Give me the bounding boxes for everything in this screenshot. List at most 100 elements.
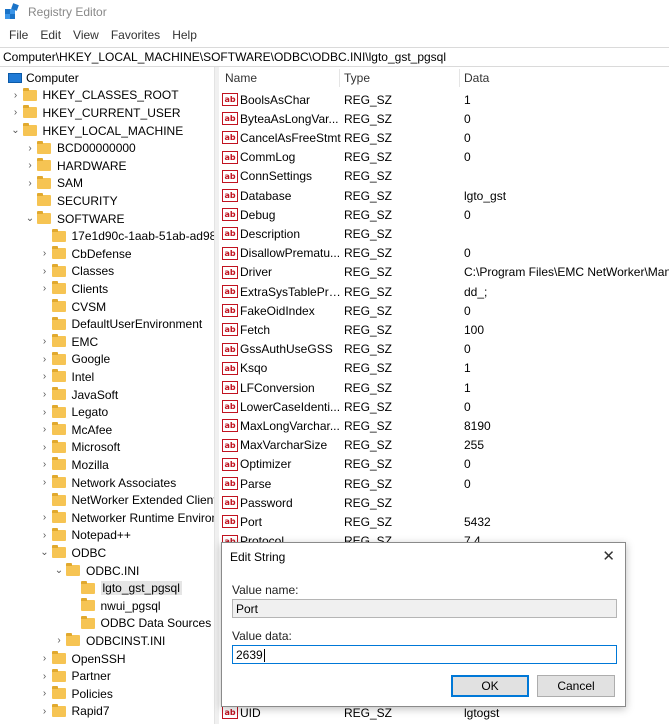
list-item[interactable]: ab Parse REG_SZ 0 [219, 474, 669, 493]
chevron-right-icon[interactable]: › [38, 706, 52, 717]
address-bar[interactable]: Computer\HKEY_LOCAL_MACHINE\SOFTWARE\ODB… [0, 47, 669, 67]
tree-item[interactable]: › Legato [38, 403, 108, 421]
tree-item[interactable]: ⌄ HKEY_LOCAL_MACHINE [9, 122, 183, 140]
list-item[interactable]: ab Password REG_SZ [219, 493, 669, 512]
menu-help[interactable]: Help [166, 28, 203, 42]
list-item[interactable]: ab Description REG_SZ [219, 224, 669, 243]
list-item[interactable]: ab Driver REG_SZ C:\Program Files\EMC NetWo… [219, 263, 669, 282]
list-item[interactable]: ab LFConversion REG_SZ 1 [219, 378, 669, 397]
tree-item[interactable]: lgto_gst_pgsql [67, 579, 182, 597]
chevron-right-icon[interactable]: › [38, 248, 52, 259]
list-item[interactable]: ab Fetch REG_SZ 100 [219, 320, 669, 339]
chevron-right-icon[interactable]: › [38, 424, 52, 435]
chevron-right-icon[interactable]: › [38, 512, 52, 523]
tree-item[interactable]: › HKEY_CURRENT_USER [9, 104, 181, 122]
tree-item[interactable]: SECURITY [23, 192, 118, 210]
tree-item[interactable]: › SAM [23, 175, 83, 193]
menu-file[interactable]: File [3, 28, 34, 42]
chevron-right-icon[interactable]: › [38, 442, 52, 453]
chevron-down-icon[interactable]: ⌄ [52, 565, 66, 576]
chevron-right-icon[interactable]: › [38, 407, 52, 418]
chevron-down-icon[interactable]: ⌄ [38, 547, 52, 558]
tree-item[interactable]: Computer [0, 69, 79, 87]
chevron-right-icon[interactable]: › [38, 653, 52, 664]
tree-item[interactable]: › Microsoft [38, 439, 120, 457]
menu-view[interactable]: View [67, 28, 105, 42]
tree-item[interactable]: › Google [38, 351, 110, 369]
chevron-down-icon[interactable]: ⌄ [23, 213, 37, 224]
chevron-right-icon[interactable]: › [38, 477, 52, 488]
tree-item[interactable]: › ODBCINST.INI [52, 632, 165, 650]
cancel-button[interactable]: Cancel [537, 675, 615, 697]
chevron-right-icon[interactable]: › [23, 160, 37, 171]
tree-item[interactable]: › JavaSoft [38, 386, 118, 404]
menu-edit[interactable]: Edit [34, 28, 67, 42]
chevron-right-icon[interactable]: › [38, 671, 52, 682]
list-item[interactable]: ab Ksqo REG_SZ 1 [219, 359, 669, 378]
tree-item[interactable]: › Network Associates [38, 474, 176, 492]
list-item[interactable]: ab Database REG_SZ lgto_gst [219, 186, 669, 205]
tree-item[interactable]: › Classes [38, 263, 114, 281]
tree-item[interactable]: › Policies [38, 685, 113, 703]
chevron-right-icon[interactable]: › [9, 90, 23, 101]
tree-item[interactable]: ⌄ ODBC.INI [52, 562, 139, 580]
chevron-right-icon[interactable]: › [38, 354, 52, 365]
list-item[interactable]: ab BoolsAsChar REG_SZ 1 [219, 90, 669, 109]
address-path[interactable]: Computer\HKEY_LOCAL_MACHINE\SOFTWARE\ODB… [3, 50, 446, 64]
list-item[interactable]: ab ConnSettings REG_SZ [219, 167, 669, 186]
list-item[interactable]: ab LowerCaseIdenti... REG_SZ 0 [219, 397, 669, 416]
column-header-data[interactable]: Data [464, 71, 489, 85]
chevron-right-icon[interactable]: › [9, 107, 23, 118]
list-item[interactable]: ab ByteaAsLongVar... REG_SZ 0 [219, 109, 669, 128]
list-item[interactable]: ab CancelAsFreeStmt REG_SZ 0 [219, 128, 669, 147]
list-item[interactable]: ab DisallowPrematu... REG_SZ 0 [219, 244, 669, 263]
tree-item[interactable]: CVSM [38, 298, 106, 316]
chevron-right-icon[interactable]: › [38, 389, 52, 400]
tree-item[interactable]: › HKEY_CLASSES_ROOT [9, 87, 179, 105]
tree-item[interactable]: › CbDefense [38, 245, 132, 263]
tree-item[interactable]: › EMC [38, 333, 98, 351]
tree-item[interactable]: NetWorker Extended Client [38, 491, 214, 509]
tree-item[interactable]: › HARDWARE [23, 157, 127, 175]
list-item[interactable]: ab Port REG_SZ 5432 [219, 512, 669, 531]
chevron-right-icon[interactable]: › [38, 283, 52, 294]
close-icon[interactable]: ✕ [602, 547, 615, 565]
tree-item[interactable]: › Rapid7 [38, 703, 110, 721]
tree-item[interactable]: › BCD00000000 [23, 139, 136, 157]
tree-item[interactable]: › Clients [38, 280, 108, 298]
menu-favorites[interactable]: Favorites [105, 28, 166, 42]
list-item[interactable]: ab GssAuthUseGSS REG_SZ 0 [219, 340, 669, 359]
list-item[interactable]: ab ExtraSysTablePre... REG_SZ dd_; [219, 282, 669, 301]
value-data-input[interactable]: 2639 [232, 645, 617, 664]
chevron-right-icon[interactable]: › [38, 266, 52, 277]
tree-item[interactable]: DefaultUserEnvironment [38, 315, 202, 333]
list-item[interactable]: ab MaxLongVarchar... REG_SZ 8190 [219, 416, 669, 435]
chevron-right-icon[interactable]: › [38, 530, 52, 541]
column-header-type[interactable]: Type [344, 71, 370, 85]
column-header-name[interactable]: Name [225, 71, 257, 85]
chevron-right-icon[interactable]: › [23, 178, 37, 189]
tree-item[interactable]: 17e1d90c-1aab-51ab-ad98-e [38, 227, 214, 245]
ok-button[interactable]: OK [451, 675, 529, 697]
list-item[interactable]: ab Debug REG_SZ 0 [219, 205, 669, 224]
tree-item[interactable]: › Intel [38, 368, 94, 386]
list-item[interactable]: ab CommLog REG_SZ 0 [219, 148, 669, 167]
chevron-right-icon[interactable]: › [38, 688, 52, 699]
list-item[interactable]: ab Optimizer REG_SZ 0 [219, 455, 669, 474]
chevron-right-icon[interactable]: › [38, 336, 52, 347]
tree-item[interactable]: nwui_pgsql [67, 597, 161, 615]
chevron-right-icon[interactable]: › [52, 635, 66, 646]
tree-item[interactable]: ODBC Data Sources [67, 615, 211, 633]
list-item[interactable]: ab MaxVarcharSize REG_SZ 255 [219, 436, 669, 455]
list-item[interactable]: ab FakeOidIndex REG_SZ 0 [219, 301, 669, 320]
chevron-down-icon[interactable]: ⌄ [9, 125, 23, 136]
tree-item[interactable]: › Partner [38, 667, 111, 685]
chevron-right-icon[interactable]: › [23, 143, 37, 154]
tree-item[interactable]: › Networker Runtime Environm [38, 509, 214, 527]
tree-item[interactable]: › Notepad++ [38, 527, 131, 545]
chevron-right-icon[interactable]: › [38, 459, 52, 470]
tree-item[interactable]: ⌄ SOFTWARE [23, 210, 125, 228]
chevron-right-icon[interactable]: › [38, 371, 52, 382]
tree-item[interactable]: ⌄ ODBC [38, 544, 106, 562]
tree-item[interactable]: › OpenSSH [38, 650, 126, 668]
